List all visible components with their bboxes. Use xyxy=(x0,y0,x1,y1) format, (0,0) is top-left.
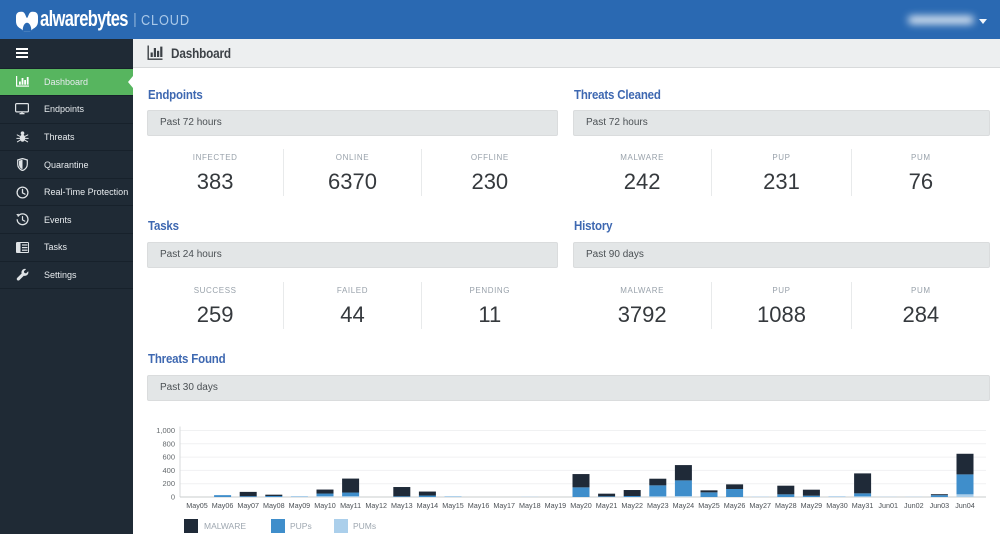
svg-text:May20: May20 xyxy=(570,501,592,510)
svg-text:May28: May28 xyxy=(775,501,797,510)
svg-text:400: 400 xyxy=(162,466,175,475)
svg-text:Jun04: Jun04 xyxy=(955,501,975,510)
svg-text:May13: May13 xyxy=(391,501,413,510)
svg-text:Jun02: Jun02 xyxy=(904,501,924,510)
svg-text:0: 0 xyxy=(171,493,175,502)
svg-text:May30: May30 xyxy=(826,501,848,510)
svg-text:May10: May10 xyxy=(314,501,336,510)
svg-text:Jun03: Jun03 xyxy=(930,501,950,510)
svg-text:May25: May25 xyxy=(698,501,720,510)
svg-text:800: 800 xyxy=(162,439,175,448)
svg-text:May14: May14 xyxy=(417,501,439,510)
svg-text:May06: May06 xyxy=(212,501,234,510)
svg-text:May29: May29 xyxy=(801,501,823,510)
svg-text:May05: May05 xyxy=(186,501,208,510)
svg-text:600: 600 xyxy=(162,453,175,462)
svg-text:May26: May26 xyxy=(724,501,746,510)
svg-text:Jun01: Jun01 xyxy=(878,501,898,510)
svg-text:May07: May07 xyxy=(237,501,259,510)
svg-text:May09: May09 xyxy=(289,501,311,510)
svg-text:May17: May17 xyxy=(493,501,515,510)
svg-text:May08: May08 xyxy=(263,501,285,510)
svg-text:May16: May16 xyxy=(468,501,490,510)
svg-text:May21: May21 xyxy=(596,501,618,510)
svg-text:May18: May18 xyxy=(519,501,541,510)
svg-text:May22: May22 xyxy=(621,501,643,510)
svg-text:May24: May24 xyxy=(673,501,695,510)
svg-text:May15: May15 xyxy=(442,501,464,510)
svg-text:May31: May31 xyxy=(852,501,874,510)
svg-text:May12: May12 xyxy=(365,501,387,510)
svg-text:May19: May19 xyxy=(545,501,567,510)
svg-text:200: 200 xyxy=(162,479,175,488)
svg-text:May23: May23 xyxy=(647,501,669,510)
svg-text:May27: May27 xyxy=(749,501,771,510)
svg-text:May11: May11 xyxy=(340,501,361,510)
svg-text:1,000: 1,000 xyxy=(156,426,175,435)
